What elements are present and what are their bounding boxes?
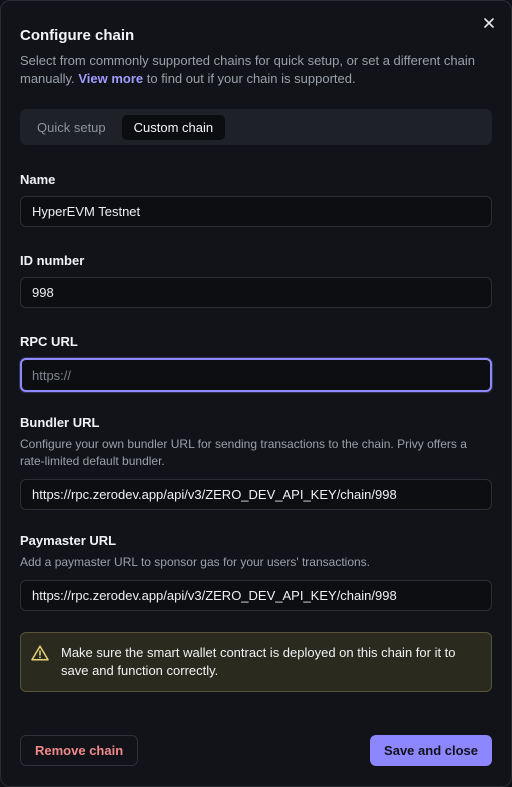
warning-banner: Make sure the smart wallet contract is d… (20, 632, 492, 692)
name-field-group: Name (20, 172, 492, 227)
warning-triangle-icon (31, 645, 49, 661)
close-icon (484, 18, 494, 28)
rpc-url-field-group: RPC URL (20, 334, 492, 392)
view-more-link[interactable]: View more (78, 71, 143, 86)
bundler-url-input[interactable] (20, 479, 492, 510)
save-and-close-button[interactable]: Save and close (370, 735, 492, 766)
rpc-url-label: RPC URL (20, 334, 78, 349)
bundler-url-label: Bundler URL (20, 415, 100, 430)
paymaster-url-input[interactable] (20, 580, 492, 611)
name-input[interactable] (20, 196, 492, 227)
bundler-url-field-group: Bundler URL Configure your own bundler U… (20, 415, 492, 510)
id-number-input[interactable] (20, 277, 492, 308)
id-number-field-group: ID number (20, 253, 492, 308)
tab-custom-chain[interactable]: Custom chain (121, 114, 226, 140)
configure-chain-dialog: Configure chain Select from commonly sup… (0, 0, 512, 787)
setup-tabs: Quick setup Custom chain (20, 109, 492, 145)
bundler-url-help: Configure your own bundler URL for sendi… (20, 437, 467, 468)
warning-text: Make sure the smart wallet contract is d… (61, 645, 456, 678)
close-button[interactable] (481, 15, 497, 31)
remove-chain-button[interactable]: Remove chain (20, 735, 139, 766)
paymaster-url-help: Add a paymaster URL to sponsor gas for y… (20, 555, 371, 569)
dialog-description: Select from commonly supported chains fo… (20, 52, 492, 88)
tab-quick-setup[interactable]: Quick setup (25, 115, 118, 140)
rpc-url-input[interactable] (20, 358, 492, 392)
description-suffix: to find out if your chain is supported. (146, 71, 356, 86)
paymaster-url-field-group: Paymaster URL Add a paymaster URL to spo… (20, 533, 492, 611)
name-label: Name (20, 172, 56, 187)
dialog-title: Configure chain (20, 27, 135, 44)
paymaster-url-label: Paymaster URL (20, 533, 117, 548)
id-number-label: ID number (20, 253, 85, 268)
